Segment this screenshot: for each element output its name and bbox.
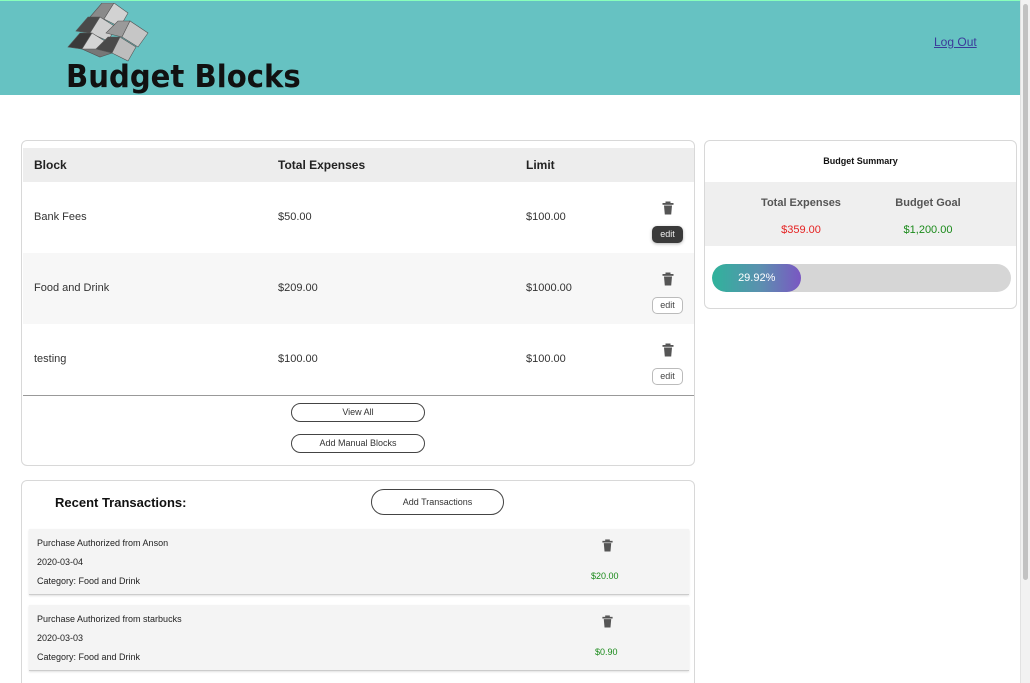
column-header-limit: Limit	[526, 158, 555, 172]
recent-transactions-panel: Recent Transactions: Add Transactions Pu…	[21, 480, 695, 683]
gold-bars-icon	[67, 3, 149, 62]
total-expenses-label: Total Expenses	[761, 197, 841, 209]
transaction-description: Purchase Authorized from Anson	[37, 538, 169, 548]
trash-icon[interactable]	[601, 615, 614, 633]
summary-title: Budget Summary	[823, 156, 898, 166]
transaction-category: Category: Food and Drink	[37, 652, 141, 662]
table-row: testing $100.00 $100.00 edit	[23, 324, 694, 395]
summary-stats: Total Expenses Budget Goal $359.00 $1,20…	[705, 182, 1016, 246]
block-expenses: $50.00	[278, 211, 312, 223]
trash-icon[interactable]	[601, 539, 614, 557]
table-row: Bank Fees $50.00 $100.00 edit	[23, 182, 694, 253]
column-header-block: Block	[34, 158, 67, 172]
view-all-button[interactable]: View All	[291, 403, 425, 422]
block-name: Bank Fees	[34, 211, 87, 223]
recent-transactions-title: Recent Transactions:	[55, 495, 187, 510]
app-header: Budget Blocks Log Out	[0, 0, 1020, 95]
budget-summary-panel: Budget Summary Total Expenses Budget Goa…	[704, 140, 1017, 309]
logout-link[interactable]: Log Out	[934, 35, 977, 49]
block-expenses: $209.00	[278, 282, 318, 294]
table-divider	[23, 395, 694, 396]
transaction-amount: $20.00	[591, 571, 619, 581]
transaction-item: Purchase Authorized from Anson 2020-03-0…	[29, 529, 689, 595]
transaction-item: Purchase Authorized from starbucks 2020-…	[29, 605, 689, 671]
trash-icon[interactable]	[661, 343, 675, 357]
block-limit: $100.00	[526, 211, 566, 223]
block-expenses: $100.00	[278, 353, 318, 365]
add-manual-blocks-button[interactable]: Add Manual Blocks	[291, 434, 425, 453]
budget-goal-label: Budget Goal	[895, 197, 961, 209]
edit-button[interactable]: edit	[652, 226, 683, 243]
block-name: Food and Drink	[34, 282, 110, 294]
block-limit: $100.00	[526, 353, 566, 365]
block-name: testing	[34, 353, 67, 365]
brand-name: Budget Blocks	[66, 59, 301, 95]
transaction-date: 2020-03-04	[37, 557, 84, 567]
scrollbar-thumb[interactable]	[1023, 4, 1028, 580]
edit-button[interactable]: edit	[652, 297, 683, 314]
blocks-table: Block Total Expenses Limit Bank Fees $50…	[23, 148, 694, 395]
edit-button[interactable]: edit	[652, 368, 683, 385]
budget-progress-fill: 29.92%	[712, 264, 802, 292]
trash-icon[interactable]	[661, 272, 675, 286]
transaction-category: Category: Food and Drink	[37, 576, 141, 586]
add-transactions-button[interactable]: Add Transactions	[371, 489, 504, 515]
total-expenses-value: $359.00	[781, 224, 821, 236]
budget-goal-value: $1,200.00	[903, 224, 953, 236]
column-header-total-expenses: Total Expenses	[278, 158, 366, 172]
table-row: Food and Drink $209.00 $1000.00 edit	[23, 253, 694, 324]
budget-blocks-logo[interactable]: Budget Blocks	[66, 3, 301, 95]
block-limit: $1000.00	[526, 282, 572, 294]
page-scrollbar[interactable]	[1020, 0, 1030, 683]
trash-icon[interactable]	[661, 201, 675, 215]
blocks-table-header: Block Total Expenses Limit	[23, 148, 694, 182]
blocks-panel: Block Total Expenses Limit Bank Fees $50…	[21, 140, 695, 466]
transaction-description: Purchase Authorized from starbucks	[37, 614, 182, 624]
transaction-amount: $0.90	[595, 647, 618, 657]
transaction-date: 2020-03-03	[37, 633, 84, 643]
budget-progress-bar: 29.92%	[712, 264, 1011, 292]
budget-progress-text: 29.92%	[738, 272, 776, 284]
